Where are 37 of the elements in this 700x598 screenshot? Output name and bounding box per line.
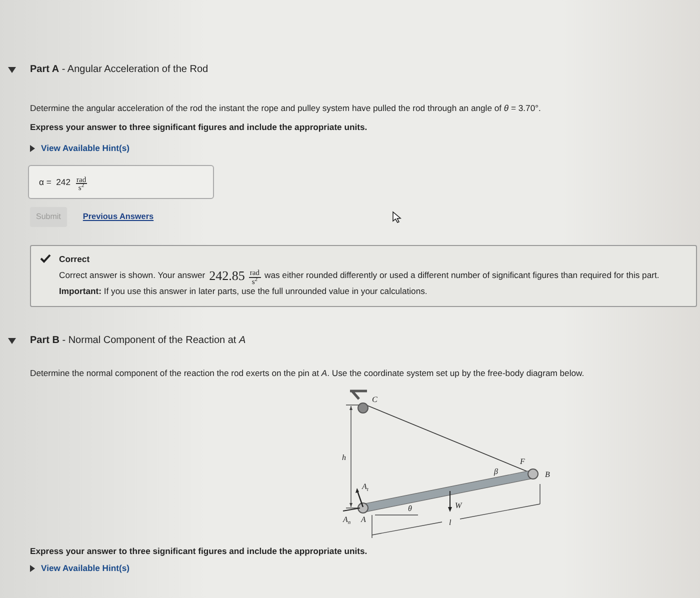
hint-link[interactable]: View Available Hint(s) [41, 142, 130, 156]
feedback-note: Important: If you use this answer in later parts, use the full unrounded value in your calculations. [59, 285, 428, 298]
reference-line [374, 514, 418, 516]
diagram-label: β [494, 466, 498, 476]
part-title[interactable]: Part B - Normal Component of the Reaction at A [30, 333, 246, 348]
diagram-label: C [372, 394, 378, 404]
question-text: Determine the angular acceleration of the rod the instant the rope and pulley system have pulled the rod through an angle of θ = 3.70°. [29, 103, 542, 114]
hint-link[interactable]: View Available Hint(s) [41, 562, 130, 574]
caret-down-icon[interactable] [8, 66, 16, 72]
feedback-text: Correct answer is shown. Your answer [59, 269, 206, 282]
pulley [358, 402, 368, 414]
diagram-label: l [449, 518, 452, 527]
previous-answers-link[interactable]: Previous Answers [82, 210, 154, 224]
diagram-label: A$_{t}$ [362, 482, 368, 493]
part-title[interactable]: Part A - Angular Acceleration of the Rod [30, 62, 208, 77]
diagram-label: W [455, 500, 462, 510]
diagram-label: A [361, 514, 366, 524]
caret-down-icon[interactable] [8, 338, 16, 344]
instruction-text: Express your answer to three significant figures and include the appropriate units. [29, 121, 368, 134]
cursor-icon [392, 211, 402, 224]
check-icon [40, 254, 51, 264]
feedback-text: was either rounded differently or used a different number of significant figures than required for this part. [264, 269, 660, 282]
diagram-label: B [545, 470, 550, 479]
caret-right-icon[interactable] [30, 564, 35, 572]
answer-value: 242.85 [209, 266, 245, 285]
ceiling-support-drawing [348, 389, 368, 400]
instruction-text: Express your answer to three significant figures and include the appropriate units. [29, 544, 368, 558]
feedback-title: Correct [59, 253, 91, 266]
diagram-label: h [342, 452, 346, 462]
caret-right-icon[interactable] [30, 145, 35, 152]
diagram-label: F [520, 456, 525, 466]
diagram-label: θ [408, 504, 412, 513]
question-text: Determine the normal component of the reaction the rod exerts on the pin at A. Use the coordinate system set up by the free-body diagram below. [29, 368, 586, 379]
pin-b [528, 468, 538, 480]
answer-value: α = 242 [39, 176, 70, 189]
diagram-label: A$_{n}$ [343, 514, 351, 526]
force-arrow [448, 490, 452, 512]
